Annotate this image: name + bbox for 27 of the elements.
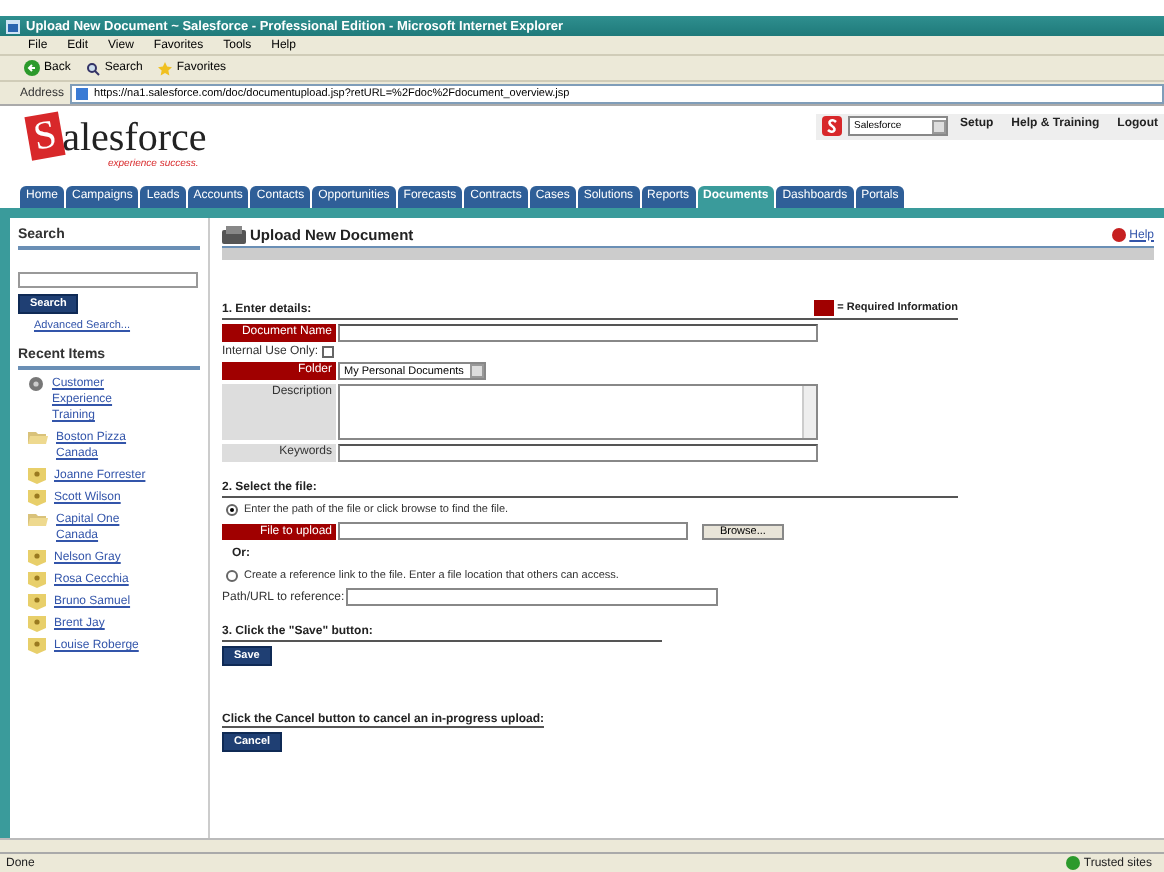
gear-icon bbox=[28, 376, 44, 392]
document-stack-icon bbox=[222, 226, 246, 244]
star-icon bbox=[158, 61, 173, 75]
globe-icon bbox=[1065, 856, 1080, 870]
contact-card-icon bbox=[28, 616, 46, 632]
reference-path-field[interactable] bbox=[346, 588, 719, 606]
contact-card-icon bbox=[28, 638, 46, 654]
search-icon bbox=[86, 61, 101, 75]
contact-card-icon bbox=[28, 594, 46, 610]
radio-button[interactable] bbox=[226, 504, 238, 516]
text-field[interactable] bbox=[338, 324, 818, 342]
contact-card-icon bbox=[28, 572, 46, 588]
radio-button[interactable] bbox=[226, 570, 238, 582]
folder-icon bbox=[28, 430, 48, 444]
file-path-field[interactable] bbox=[338, 522, 688, 540]
browser-icon bbox=[6, 19, 20, 33]
checkbox[interactable] bbox=[322, 346, 335, 358]
contact-card-icon bbox=[28, 468, 46, 484]
back-arrow-icon bbox=[24, 60, 40, 76]
folder-icon bbox=[28, 512, 48, 526]
text-area[interactable] bbox=[338, 384, 818, 440]
search-field[interactable] bbox=[18, 272, 198, 288]
page-icon bbox=[76, 87, 89, 99]
contact-card-icon bbox=[28, 490, 46, 506]
contact-card-icon bbox=[28, 550, 46, 566]
text-field[interactable] bbox=[338, 444, 818, 462]
logo-icon bbox=[821, 116, 842, 136]
